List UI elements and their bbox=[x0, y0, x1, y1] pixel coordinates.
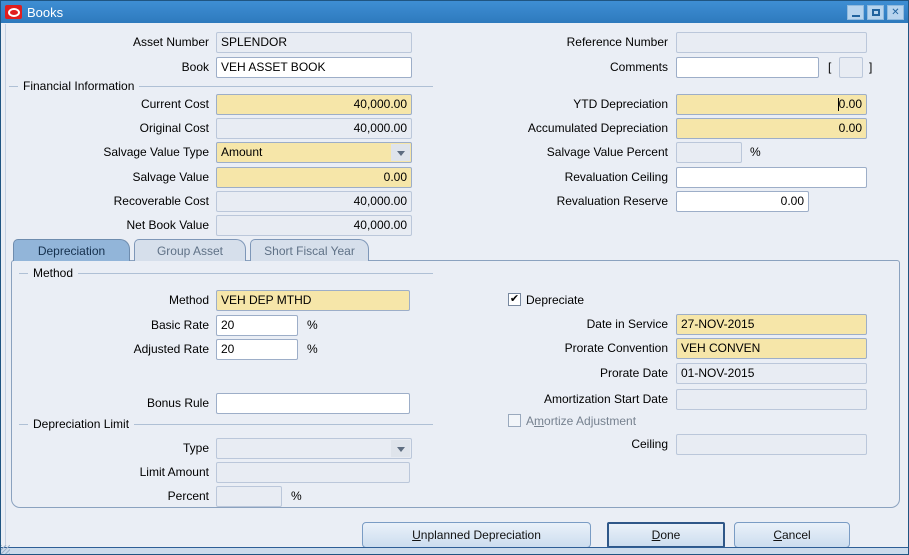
oracle-logo-icon bbox=[5, 5, 22, 19]
salvage-percent-suffix: % bbox=[750, 142, 761, 162]
net-book-value-field: 40,000.00 bbox=[216, 215, 412, 236]
comments-field[interactable] bbox=[676, 57, 819, 78]
salvage-value-field[interactable]: 0.00 bbox=[216, 167, 412, 188]
basic-rate-field[interactable]: 20 bbox=[216, 315, 298, 336]
method-frame: Method bbox=[19, 266, 433, 280]
prorate-convention-label: Prorate Convention bbox=[466, 338, 668, 358]
window-title: Books bbox=[27, 5, 63, 20]
adjusted-rate-label: Adjusted Rate bbox=[7, 339, 209, 359]
limit-type-dropdown[interactable] bbox=[216, 438, 412, 459]
book-field[interactable]: VEH ASSET BOOK bbox=[216, 57, 412, 78]
basic-rate-label: Basic Rate bbox=[7, 315, 209, 335]
prorate-date-field: 01-NOV-2015 bbox=[676, 363, 867, 384]
chevron-down-icon[interactable] bbox=[391, 144, 410, 161]
salvage-value-type-label: Salvage Value Type bbox=[7, 142, 209, 162]
books-window: Books ✕ Asset Number SPLENDOR Book VEH A… bbox=[0, 0, 909, 555]
recoverable-cost-field: 40,000.00 bbox=[216, 191, 412, 212]
resize-grip[interactable] bbox=[1, 545, 10, 554]
flexfield-button[interactable] bbox=[839, 57, 863, 78]
close-button[interactable]: ✕ bbox=[887, 5, 904, 20]
method-label: Method bbox=[7, 290, 209, 310]
bonus-rule-field[interactable] bbox=[216, 393, 410, 414]
net-book-value-label: Net Book Value bbox=[7, 215, 209, 235]
book-label: Book bbox=[7, 57, 209, 77]
reference-number-field bbox=[676, 32, 867, 53]
date-in-service-field[interactable]: 27-NOV-2015 bbox=[676, 314, 867, 335]
depreciate-label: Depreciate bbox=[526, 290, 676, 310]
asset-number-field: SPLENDOR bbox=[216, 32, 412, 53]
revaluation-reserve-field[interactable]: 0.00 bbox=[676, 191, 809, 212]
tab-group-asset[interactable]: Group Asset bbox=[134, 239, 246, 261]
recoverable-cost-label: Recoverable Cost bbox=[7, 191, 209, 211]
amortization-start-date-field bbox=[676, 389, 867, 410]
maximize-button[interactable] bbox=[867, 5, 884, 20]
limit-percent-suffix: % bbox=[291, 486, 302, 506]
limit-type-label: Type bbox=[7, 438, 209, 458]
flexfield-open-bracket: [ bbox=[828, 57, 836, 77]
prorate-convention-field[interactable]: VEH CONVEN bbox=[676, 338, 867, 359]
limit-amount-label: Limit Amount bbox=[7, 462, 209, 482]
chevron-down-icon[interactable] bbox=[391, 440, 410, 457]
amortize-adjustment-checkbox bbox=[508, 414, 521, 427]
window-left-edge-divider bbox=[5, 24, 6, 549]
check-icon: ✔ bbox=[510, 293, 519, 305]
tab-depreciation[interactable]: Depreciation bbox=[13, 239, 130, 261]
done-button[interactable]: Done bbox=[607, 522, 725, 548]
title-bar: Books ✕ bbox=[1, 1, 908, 23]
basic-rate-percent-suffix: % bbox=[307, 315, 318, 335]
accumulated-depreciation-label: Accumulated Depreciation bbox=[466, 118, 668, 138]
depreciation-limit-frame: Depreciation Limit bbox=[19, 417, 433, 431]
comments-label: Comments bbox=[466, 57, 668, 77]
limit-percent-field bbox=[216, 486, 282, 507]
limit-percent-label: Percent bbox=[7, 486, 209, 506]
original-cost-label: Original Cost bbox=[7, 118, 209, 138]
prorate-date-label: Prorate Date bbox=[466, 363, 668, 383]
adjusted-rate-field[interactable]: 20 bbox=[216, 339, 298, 360]
window-bottom-edge bbox=[1, 547, 908, 554]
salvage-value-percent-field bbox=[676, 142, 742, 163]
accumulated-depreciation-field[interactable]: 0.00 bbox=[676, 118, 867, 139]
close-icon: ✕ bbox=[891, 7, 899, 18]
method-legend: Method bbox=[33, 266, 73, 280]
amortize-adjustment-label: Amortize Adjustment bbox=[526, 411, 706, 431]
financial-information-frame: Financial Information bbox=[9, 79, 433, 93]
ceiling-label: Ceiling bbox=[466, 434, 668, 454]
financial-information-legend: Financial Information bbox=[23, 79, 134, 93]
revaluation-ceiling-field[interactable] bbox=[676, 167, 867, 188]
ytd-depreciation-field[interactable]: 0.00 bbox=[676, 94, 867, 115]
date-in-service-label: Date in Service bbox=[466, 314, 668, 334]
flexfield-close-bracket: ] bbox=[869, 57, 877, 77]
ytd-depreciation-label: YTD Depreciation bbox=[466, 94, 668, 114]
tab-short-fiscal-year[interactable]: Short Fiscal Year bbox=[250, 239, 369, 261]
unplanned-depreciation-button[interactable]: Unplanned Depreciation bbox=[362, 522, 591, 548]
asset-number-label: Asset Number bbox=[7, 32, 209, 52]
window-controls: ✕ bbox=[847, 5, 904, 20]
bonus-rule-label: Bonus Rule bbox=[7, 393, 209, 413]
limit-amount-field bbox=[216, 462, 410, 483]
revaluation-ceiling-label: Revaluation Ceiling bbox=[466, 167, 668, 187]
reference-number-label: Reference Number bbox=[466, 32, 668, 52]
salvage-value-percent-label: Salvage Value Percent bbox=[466, 142, 668, 162]
depreciation-limit-legend: Depreciation Limit bbox=[33, 417, 129, 431]
minimize-button[interactable] bbox=[847, 5, 864, 20]
cancel-button[interactable]: Cancel bbox=[734, 522, 850, 548]
current-cost-label: Current Cost bbox=[7, 94, 209, 114]
ceiling-field bbox=[676, 434, 867, 455]
minimize-icon bbox=[852, 15, 860, 17]
salvage-value-type-dropdown[interactable]: Amount bbox=[216, 142, 412, 163]
current-cost-field[interactable]: 40,000.00 bbox=[216, 94, 412, 115]
adjusted-rate-percent-suffix: % bbox=[307, 339, 318, 359]
original-cost-field: 40,000.00 bbox=[216, 118, 412, 139]
depreciate-checkbox[interactable]: ✔ bbox=[508, 293, 521, 306]
salvage-value-label: Salvage Value bbox=[7, 167, 209, 187]
amortization-start-date-label: Amortization Start Date bbox=[466, 389, 668, 409]
revaluation-reserve-label: Revaluation Reserve bbox=[466, 191, 668, 211]
maximize-icon bbox=[872, 9, 880, 16]
method-field[interactable]: VEH DEP MTHD bbox=[216, 290, 410, 311]
